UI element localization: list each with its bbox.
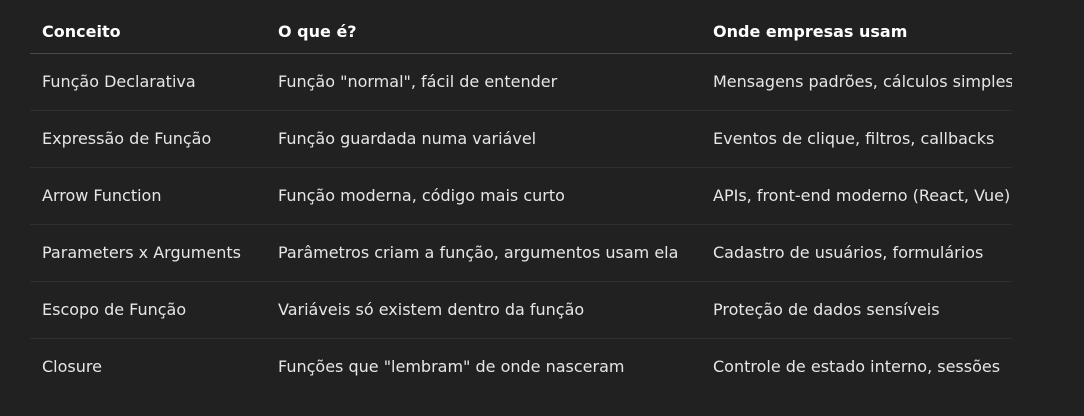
cell-usage: Mensagens padrões, cálculos simples <box>701 53 1012 111</box>
table-row: Parameters x Arguments Parâmetros criam … <box>30 224 1012 282</box>
table-row: Escopo de Função Variáveis só existem de… <box>30 281 1012 339</box>
cell-concept: Função Declarativa <box>30 53 266 111</box>
cell-description: Variáveis só existem dentro da função <box>266 281 701 339</box>
table-row: Closure Funções que "lembram" de onde na… <box>30 339 1012 396</box>
table-body: Função Declarativa Função "normal", fáci… <box>30 53 1012 396</box>
cell-concept: Parameters x Arguments <box>30 224 266 282</box>
header-where-used: Onde empresas usam <box>701 10 1012 54</box>
cell-description: Função moderna, código mais curto <box>266 167 701 225</box>
cell-description: Parâmetros criam a função, argumentos us… <box>266 224 701 282</box>
table-header: Conceito O que é? Onde empresas usam <box>30 10 1012 54</box>
cell-concept: Escopo de Função <box>30 281 266 339</box>
cell-usage: Cadastro de usuários, formulários <box>701 224 1012 282</box>
cell-usage: APIs, front-end moderno (React, Vue) <box>701 167 1012 225</box>
cell-concept: Arrow Function <box>30 167 266 225</box>
cell-usage: Eventos de clique, filtros, callbacks <box>701 110 1012 168</box>
cell-usage: Controle de estado interno, sessões <box>713 357 1001 376</box>
table-row: Função Declarativa Função "normal", fáci… <box>30 53 1012 111</box>
cell-description: Função guardada numa variável <box>266 110 701 168</box>
cell-concept: Closure <box>42 357 102 376</box>
table-row: Arrow Function Função moderna, código ma… <box>30 167 1012 225</box>
cell-concept: Expressão de Função <box>30 110 266 168</box>
cell-description: Funções que "lembram" de onde nasceram <box>278 357 625 376</box>
header-what-is-it: O que é? <box>266 10 701 54</box>
header-concept: Conceito <box>30 10 266 54</box>
cell-description: Função "normal", fácil de entender <box>266 53 701 111</box>
header-row: Conceito O que é? Onde empresas usam <box>30 10 1012 54</box>
table-row: Expressão de Função Função guardada numa… <box>30 110 1012 168</box>
cell-usage: Proteção de dados sensíveis <box>701 281 1012 339</box>
concepts-table: Conceito O que é? Onde empresas usam Fun… <box>30 10 1012 395</box>
concepts-table-container: Conceito O que é? Onde empresas usam Fun… <box>30 10 1012 395</box>
